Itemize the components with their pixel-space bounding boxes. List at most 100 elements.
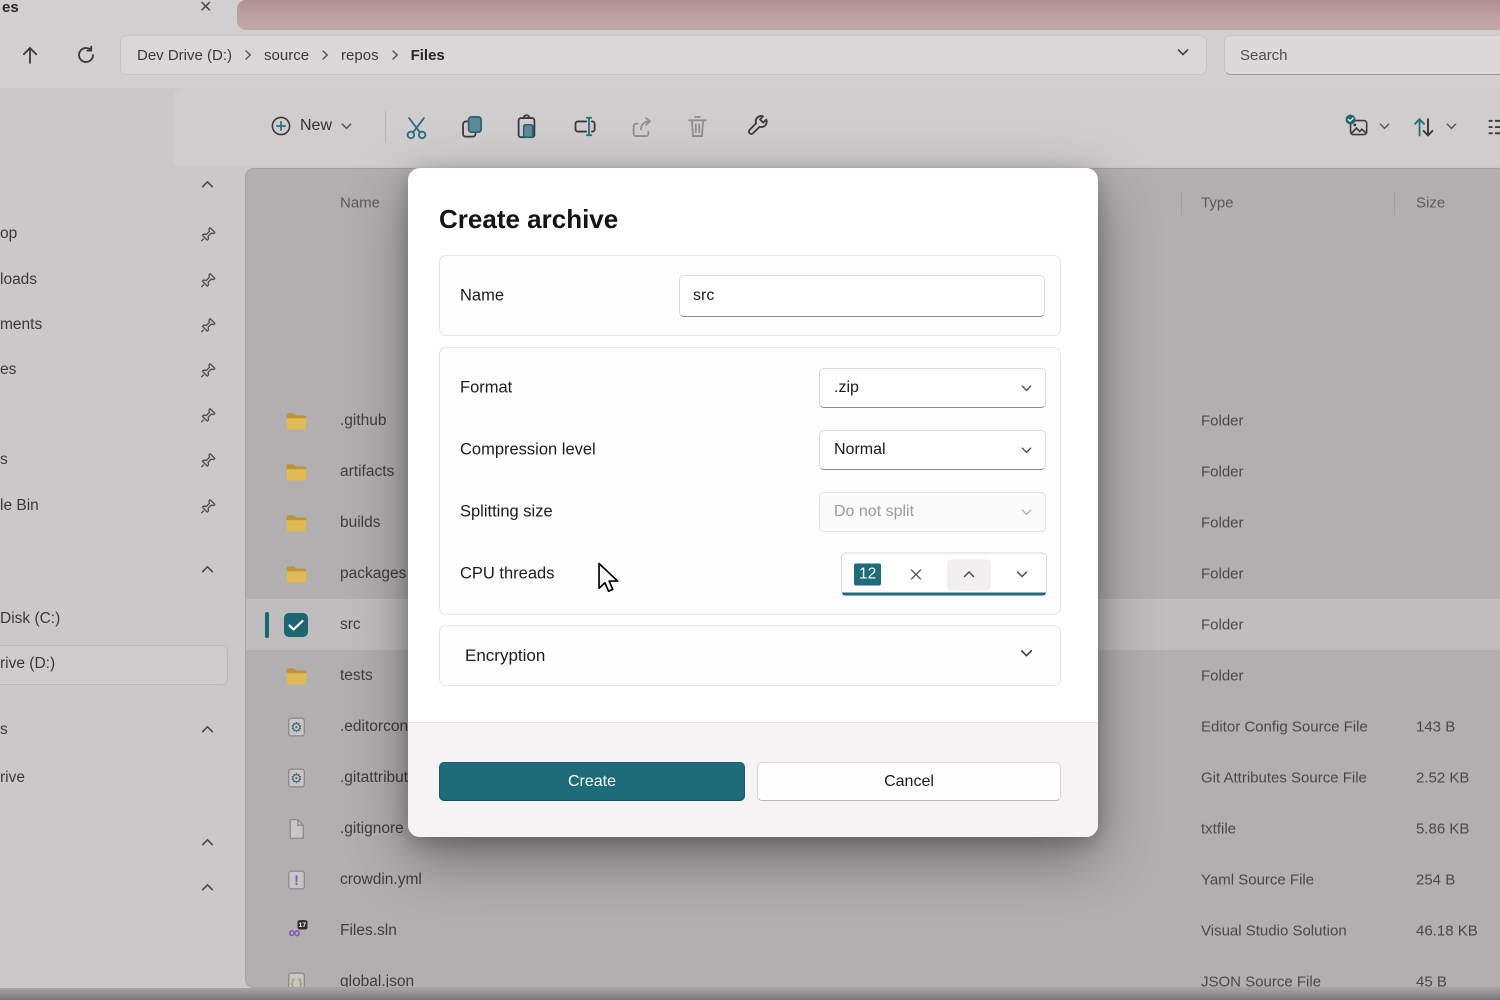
copy-button[interactable] [451,106,491,146]
pin-icon[interactable] [199,271,219,291]
section-collapse-chevron-up-icon[interactable] [199,561,219,581]
new-button-label: New [300,117,332,135]
pin-icon[interactable] [199,451,219,471]
file-row[interactable]: !crowdin.ymlYaml Source File254 B [246,854,1500,905]
toolbar [173,88,1500,166]
format-label: Format [460,379,512,398]
folder-icon [284,663,309,688]
plus-circle-icon [270,115,292,137]
file-name: src [340,616,361,634]
pin-icon[interactable] [199,225,219,245]
folder-icon [284,561,309,586]
cancel-button[interactable]: Cancel [757,762,1061,801]
tab-close-icon[interactable]: ✕ [199,0,212,17]
breadcrumb-segment[interactable]: Files [411,47,445,64]
encryption-label: Encryption [465,646,545,666]
layout-button[interactable] [1337,106,1377,146]
clear-icon[interactable] [905,564,927,586]
breadcrumb-segment[interactable]: source [264,47,309,64]
pin-icon[interactable] [199,361,219,381]
section-collapse-chevron-up-icon[interactable] [199,879,219,899]
checkbox-checked-icon[interactable] [284,613,308,637]
json-doc-icon: { } [284,969,309,988]
column-header-name[interactable]: Name [340,195,380,212]
arrow-up-icon [18,43,42,67]
yaml-doc-icon: ! [284,867,309,892]
format-value: .zip [834,379,859,397]
file-size: 46.18 KB [1416,922,1478,939]
rename-button[interactable] [564,106,604,146]
file-type: Yaml Source File [1201,871,1314,888]
section-collapse-chevron-up-icon[interactable] [199,834,219,854]
expander-chevron-down-icon[interactable] [1019,646,1034,666]
sidebar-item[interactable]: Disk (C:) [0,610,60,628]
folder-icon [284,459,309,484]
sidebar-item[interactable]: loads [0,271,37,289]
delete-button[interactable] [677,106,717,146]
pin-icon[interactable] [199,316,219,336]
archive-name-value: src [693,287,714,305]
column-separator[interactable] [1394,191,1395,215]
sidebar-item[interactable]: rive [0,769,25,787]
new-button[interactable]: New [260,105,363,147]
compression-value: Normal [834,441,886,459]
archive-name-input[interactable]: src [679,275,1045,317]
file-row[interactable]: { }global.jsonJSON Source File45 B [246,956,1500,988]
create-archive-dialog: Create archive Name src Format .zip Comp… [408,168,1098,837]
visual-studio-icon: ∞17 [284,918,309,943]
splitting-label: Splitting size [460,503,553,522]
pin-icon[interactable] [199,406,219,426]
sort-button[interactable] [1403,106,1443,146]
breadcrumb-segment[interactable]: Dev Drive (D:) [137,47,232,64]
format-select[interactable]: .zip [819,368,1046,408]
name-card: Name src [439,255,1061,336]
cpu-threads-value: 12 [854,564,881,586]
section-collapse-chevron-up-icon[interactable] [199,176,219,196]
compression-select[interactable]: Normal [819,430,1046,470]
file-type: Folder [1201,616,1244,633]
file-name: Files.sln [340,922,397,940]
encryption-expander[interactable]: Encryption [439,625,1061,686]
sidebar-item[interactable]: ments [0,316,42,334]
paste-button[interactable] [506,106,546,146]
decrement-button[interactable] [1007,559,1037,590]
cut-button[interactable] [396,106,436,146]
up-button[interactable] [15,40,45,70]
refresh-button[interactable] [71,40,101,70]
file-type: txtfile [1201,820,1236,837]
file-row[interactable]: ∞17Files.slnVisual Studio Solution46.18 … [246,905,1500,956]
titlebar [237,0,1500,30]
file-size: 143 B [1416,718,1455,735]
file-type: JSON Source File [1201,973,1321,988]
folder-icon [284,408,309,433]
cpu-threads-input[interactable]: 12 [841,553,1047,596]
file-size: 5.86 KB [1416,820,1469,837]
breadcrumb-segment[interactable]: repos [341,47,379,64]
sort-chevron-down-icon[interactable] [1443,118,1459,134]
sidebar-section-label[interactable]: s [0,721,8,739]
svg-text:⚙: ⚙ [290,720,302,735]
file-name: packages [340,565,406,583]
search-placeholder: Search [1240,47,1288,64]
properties-button[interactable] [737,106,777,146]
tab-label[interactable]: es [2,0,19,16]
sidebar-item[interactable]: s [0,451,8,469]
column-header-size[interactable]: Size [1416,195,1445,212]
details-button[interactable] [1478,106,1500,146]
sidebar-item[interactable]: es [0,361,16,379]
layout-chevron-down-icon[interactable] [1376,118,1392,134]
column-header-type[interactable]: Type [1201,195,1234,212]
share-button[interactable] [621,106,661,146]
create-button[interactable]: Create [439,762,745,801]
sidebar-item[interactable]: op [0,225,17,243]
search-input[interactable]: Search [1224,35,1500,75]
increment-button[interactable] [947,559,991,590]
pin-icon[interactable] [199,497,219,517]
sidebar-item[interactable]: le Bin [0,497,39,515]
column-separator[interactable] [1181,191,1182,215]
breadcrumb[interactable]: Dev Drive (D:) source repos Files [120,35,1207,75]
breadcrumb-chevron-down-icon[interactable] [1176,46,1190,65]
sidebar: op loads ments es s le Bin Disk (C:) rive (D:) s… [0,166,245,988]
section-collapse-chevron-up-icon[interactable] [199,721,219,741]
sidebar-item[interactable]: rive (D:) [0,655,55,673]
